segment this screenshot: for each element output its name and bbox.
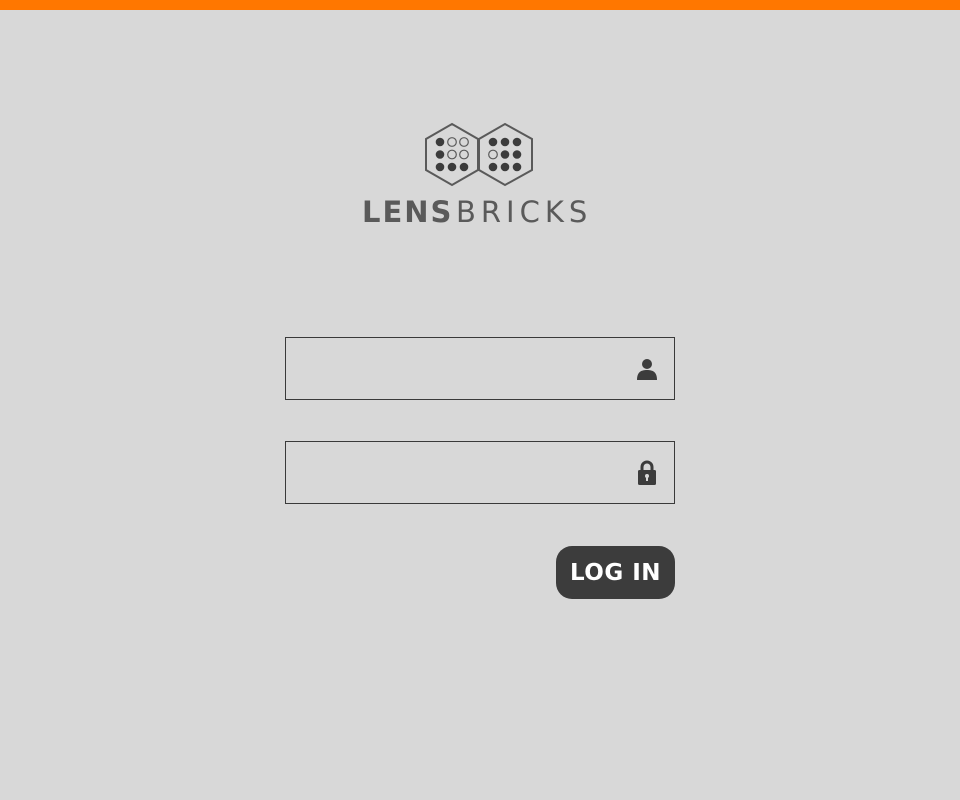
logo-word-bricks: BRICKS — [456, 195, 592, 229]
logo-dot — [447, 149, 457, 160]
logo-dot — [488, 149, 498, 160]
logo-dot — [435, 137, 445, 147]
logo-dot — [447, 162, 457, 172]
logo-dot — [459, 137, 469, 147]
logo-dot — [500, 150, 510, 159]
lensbricks-logo: LENS BRICKS — [360, 120, 600, 230]
logo-dot — [500, 162, 510, 172]
username-input[interactable] — [286, 338, 630, 399]
logo-dot — [447, 137, 457, 147]
logo-dot — [488, 162, 498, 172]
lock-icon — [634, 460, 660, 486]
logo-dot — [512, 150, 522, 159]
username-field[interactable] — [285, 337, 675, 400]
logo-dot — [435, 150, 445, 159]
logo-dot — [500, 137, 510, 147]
logo-dot — [512, 137, 522, 147]
logo-dot — [459, 149, 469, 160]
password-input[interactable] — [286, 442, 630, 503]
logo-dot — [435, 162, 445, 172]
login-button[interactable]: LOG IN — [556, 546, 675, 599]
user-icon — [634, 356, 660, 382]
logo-graphic: LENS BRICKS — [362, 122, 592, 229]
logo-dot — [459, 162, 469, 172]
password-field[interactable] — [285, 441, 675, 504]
top-accent-bar — [0, 0, 960, 10]
logo-dot — [488, 137, 498, 147]
logo-hex-left — [425, 122, 479, 187]
logo-word-lens: LENS — [362, 195, 453, 229]
logo-dot — [512, 162, 522, 172]
